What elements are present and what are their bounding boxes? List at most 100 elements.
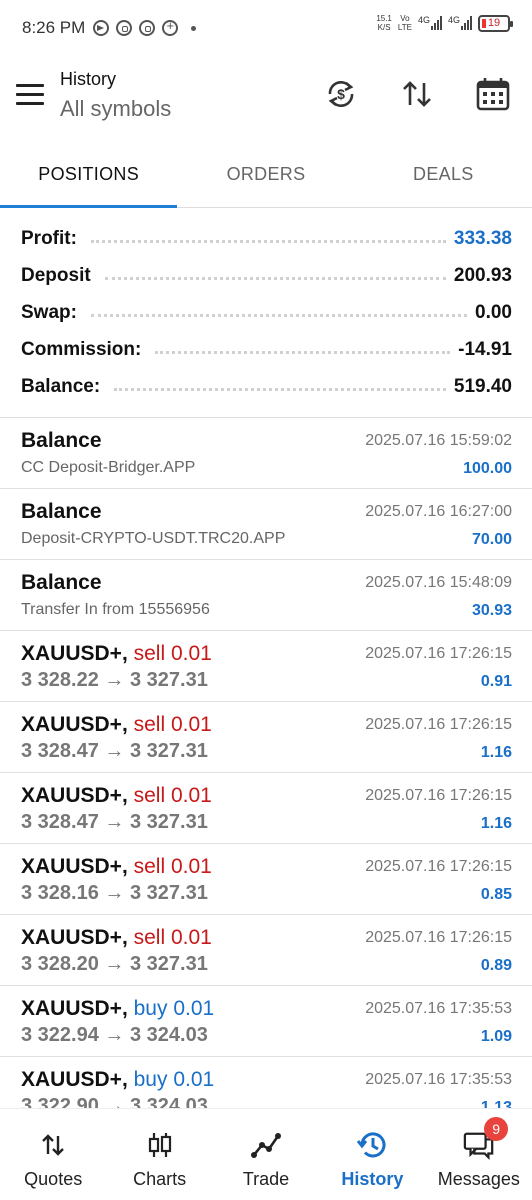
- calendar-icon[interactable]: [475, 76, 511, 112]
- network-type-2: 4G: [447, 15, 460, 25]
- item-action: sell 0.01: [133, 784, 212, 807]
- item-amount: 1.16: [480, 815, 512, 832]
- list-item[interactable]: XAUUSD+, sell 0.01 3 328.16 → 3 327.31 2…: [0, 844, 532, 915]
- item-time: 2025.07.16 17:26:15: [365, 716, 512, 733]
- history-list[interactable]: Balance CC Deposit-Bridger.APP 2025.07.1…: [0, 418, 532, 1108]
- app-notification-icon: [162, 18, 179, 36]
- item-amount: 30.93: [471, 602, 512, 619]
- nav-trade[interactable]: Trade: [213, 1109, 319, 1200]
- list-item[interactable]: Balance CC Deposit-Bridger.APP 2025.07.1…: [0, 418, 532, 489]
- item-title: XAUUSD+, sell 0.01: [21, 855, 212, 879]
- item-symbol: XAUUSD+,: [21, 855, 128, 878]
- item-symbol: Balance: [21, 571, 102, 594]
- item-symbol: XAUUSD+,: [21, 713, 128, 736]
- volte-indicator: Vo LTE: [398, 14, 412, 32]
- item-title: XAUUSD+, sell 0.01: [21, 926, 212, 950]
- net-speed-value: 15.1: [376, 14, 392, 23]
- item-time: 2025.07.16 17:26:15: [365, 787, 512, 804]
- item-action: buy 0.01: [133, 997, 215, 1020]
- item-amount: 70.00: [471, 531, 512, 548]
- list-item[interactable]: Balance Deposit-CRYPTO-USDT.TRC20.APP 20…: [0, 489, 532, 560]
- network-type-1: 4G: [417, 15, 430, 25]
- whatsapp-icon: [139, 20, 156, 36]
- item-symbol: XAUUSD+,: [21, 1068, 128, 1091]
- summary-row-swap: Swap: 0.00: [21, 294, 512, 331]
- list-item[interactable]: XAUUSD+, sell 0.01 3 328.47 → 3 327.31 2…: [0, 773, 532, 844]
- item-symbol: XAUUSD+,: [21, 784, 128, 807]
- status-bar: 8:26 PM 15.1 K/S Vo LTE 4G 4G 19: [0, 0, 532, 56]
- battery-icon: 19: [478, 14, 513, 32]
- item-amount: 1.09: [480, 1028, 512, 1045]
- item-prices: 3 322.90 → 3 324.03: [21, 1095, 208, 1108]
- dotted-leader: [104, 277, 446, 280]
- summary-label: Balance:: [21, 375, 107, 398]
- symbol-filter[interactable]: All symbols: [60, 96, 171, 122]
- nav-messages[interactable]: 9 Messages: [426, 1109, 532, 1200]
- tab-deals[interactable]: DEALS: [355, 142, 532, 207]
- item-action: sell 0.01: [133, 713, 212, 736]
- currency-sync-icon[interactable]: $: [323, 76, 359, 112]
- dotted-leader: [90, 314, 468, 317]
- summary-value: 200.93: [453, 264, 512, 286]
- item-title: XAUUSD+, sell 0.01: [21, 713, 212, 737]
- item-title: XAUUSD+, buy 0.01: [21, 997, 214, 1021]
- item-prices: 3 328.47 → 3 327.31: [21, 811, 208, 833]
- summary-row-commission: Commission: -14.91: [21, 331, 512, 368]
- list-item[interactable]: XAUUSD+, buy 0.01 3 322.94 → 3 324.03 20…: [0, 986, 532, 1057]
- list-item[interactable]: XAUUSD+, sell 0.01 3 328.20 → 3 327.31 2…: [0, 915, 532, 986]
- item-symbol: XAUUSD+,: [21, 642, 128, 665]
- item-symbol: XAUUSD+,: [21, 926, 128, 949]
- bottom-navigation: Quotes Charts Trade History 9 Messages: [0, 1108, 532, 1200]
- list-item[interactable]: Balance Transfer In from 15556956 2025.0…: [0, 560, 532, 631]
- tab-orders[interactable]: ORDERS: [177, 142, 354, 207]
- item-action: sell 0.01: [133, 642, 212, 665]
- list-item[interactable]: XAUUSD+, sell 0.01 3 328.47 → 3 327.31 2…: [0, 702, 532, 773]
- sort-icon[interactable]: [399, 76, 435, 112]
- item-time: 2025.07.16 17:35:53: [365, 1000, 512, 1017]
- nav-label: Messages: [437, 1169, 520, 1189]
- dotted-leader: [155, 351, 451, 354]
- summary-label: Deposit: [21, 264, 97, 287]
- summary-value: 333.38: [453, 227, 512, 249]
- summary-label: Commission:: [21, 338, 148, 361]
- nav-quotes[interactable]: Quotes: [0, 1109, 106, 1200]
- summary-row-deposit: Deposit 200.93: [21, 257, 512, 294]
- nav-charts[interactable]: Charts: [106, 1109, 212, 1200]
- battery-level: 19: [487, 17, 501, 29]
- item-title: XAUUSD+, buy 0.01: [21, 1068, 214, 1092]
- item-amount: 0.91: [480, 673, 512, 690]
- summary-panel: Profit: 333.38 Deposit 200.93 Swap: 0.00…: [0, 220, 532, 418]
- item-symbol: Balance: [21, 429, 102, 452]
- nav-label: History: [341, 1169, 404, 1189]
- tab-positions[interactable]: POSITIONS: [0, 142, 178, 208]
- volte-top: Vo: [400, 14, 410, 23]
- nav-history[interactable]: History: [319, 1109, 425, 1200]
- menu-icon[interactable]: [16, 84, 44, 106]
- item-time: 2025.07.16 17:35:53: [365, 1071, 512, 1088]
- item-amount: 1.16: [480, 744, 512, 761]
- net-speed-unit: K/S: [377, 23, 391, 32]
- candlestick-icon: [144, 1129, 176, 1161]
- summary-label: Profit:: [21, 227, 83, 250]
- list-item[interactable]: XAUUSD+, sell 0.01 3 328.22 → 3 327.31 2…: [0, 631, 532, 702]
- item-title: Balance: [21, 429, 102, 453]
- item-symbol: XAUUSD+,: [21, 997, 128, 1020]
- telegram-icon: [93, 20, 110, 36]
- item-symbol: Balance: [21, 500, 102, 523]
- item-amount: 1.13: [480, 1099, 512, 1108]
- item-comment: Deposit-CRYPTO-USDT.TRC20.APP: [21, 530, 286, 547]
- item-prices: 3 328.16 → 3 327.31: [21, 882, 208, 904]
- item-comment: Transfer In from 15556956: [21, 601, 210, 618]
- history-tabs: POSITIONS ORDERS DEALS: [0, 142, 532, 208]
- page-title: History: [60, 69, 117, 89]
- svg-text:$: $: [337, 86, 345, 102]
- nav-label: Trade: [242, 1169, 290, 1189]
- trade-line-icon: [250, 1129, 282, 1161]
- item-action: buy 0.01: [133, 1068, 215, 1091]
- dotted-leader: [114, 388, 446, 391]
- item-time: 2025.07.16 17:26:15: [365, 645, 512, 662]
- volte-bottom: LTE: [397, 23, 412, 32]
- list-item[interactable]: XAUUSD+, buy 0.01 3 322.90 → 3 324.03 20…: [0, 1057, 532, 1108]
- item-time: 2025.07.16 17:26:15: [365, 858, 512, 875]
- item-time: 2025.07.16 15:59:02: [365, 432, 512, 449]
